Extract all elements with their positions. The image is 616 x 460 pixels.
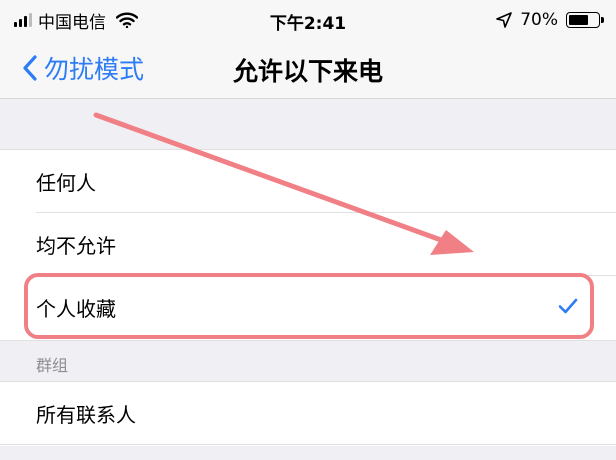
navigation-bar: 勿扰模式 允许以下来电 [0, 40, 616, 99]
status-right: 70% [496, 9, 604, 31]
location-arrow-icon [496, 12, 513, 28]
page-title: 允许以下来电 [232, 57, 383, 86]
status-bar: 中国电信 下午2:41 70% [0, 0, 616, 40]
option-all-contacts[interactable]: 所有联系人 [0, 382, 616, 445]
option-label: 个人收藏 [36, 297, 116, 321]
checkmark-icon [558, 298, 578, 314]
option-label: 任何人 [36, 171, 96, 195]
option-favorites[interactable]: 个人收藏 [0, 276, 616, 339]
battery-percent: 70% [520, 10, 558, 30]
option-anyone[interactable]: 任何人 [0, 150, 616, 213]
bottom-spacer [0, 446, 616, 460]
option-label: 均不允许 [36, 234, 116, 258]
option-label: 所有联系人 [36, 402, 136, 427]
battery-icon [566, 12, 604, 28]
section-spacer [0, 99, 616, 150]
group-section-header: 群组 [0, 340, 616, 382]
battery-fill [569, 15, 588, 25]
battery-cap [601, 17, 604, 23]
group-header-label: 群组 [36, 356, 69, 375]
option-no-one[interactable]: 均不允许 [0, 213, 616, 276]
